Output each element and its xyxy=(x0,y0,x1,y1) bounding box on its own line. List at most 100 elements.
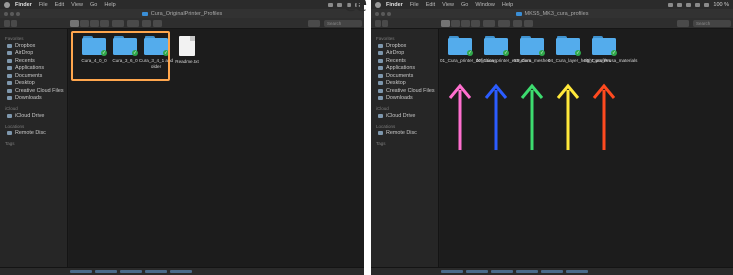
breadcrumb[interactable] xyxy=(120,270,142,273)
folder-item[interactable]: ✓ 05_Cura_Prusa_materials xyxy=(584,36,637,64)
breadcrumb[interactable] xyxy=(70,270,92,273)
window-controls xyxy=(375,11,391,16)
column-view-button[interactable] xyxy=(90,20,99,27)
status-icon[interactable] xyxy=(686,2,692,7)
sidebar-item-airdrop[interactable]: AirDrop xyxy=(0,50,67,58)
breadcrumb[interactable] xyxy=(516,270,538,273)
list-view-button[interactable] xyxy=(80,20,89,27)
sidebar-item-applications[interactable]: Applications xyxy=(0,65,67,73)
sidebar-item-remote-disc[interactable]: Remote Disc xyxy=(0,130,67,138)
breadcrumb[interactable] xyxy=(170,270,192,273)
menu-help[interactable]: Help xyxy=(104,2,115,8)
list-view-button[interactable] xyxy=(451,20,460,27)
folder-item[interactable]: ✓ 02_Cura_printer_extruders xyxy=(476,36,531,64)
folder-item[interactable]: ✓ 04_Cura_layer_height_profiles xyxy=(548,36,611,64)
sidebar-item-desktop[interactable]: Desktop xyxy=(371,80,438,88)
wifi-icon[interactable] xyxy=(695,2,701,7)
sidebar-item-icloud-drive[interactable]: iCloud Drive xyxy=(371,112,438,120)
apple-icon[interactable] xyxy=(4,1,10,8)
minimize-button[interactable] xyxy=(381,11,385,16)
sidebar-item-desktop[interactable]: Desktop xyxy=(0,80,67,88)
file-item[interactable]: Readme.txt xyxy=(167,36,207,65)
file-name: 02_Cura_printer_extruders xyxy=(476,58,531,63)
minimize-button[interactable] xyxy=(10,11,14,16)
sidebar-item-dropbox[interactable]: Dropbox xyxy=(0,42,67,50)
sidebar-item-documents[interactable]: Documents xyxy=(371,72,438,80)
icon-view-button[interactable] xyxy=(441,20,450,27)
sidebar-item-airdrop[interactable]: AirDrop xyxy=(371,50,438,58)
creative-cloud-icon xyxy=(7,88,12,93)
sidebar-item-label: Downloads xyxy=(386,95,413,102)
breadcrumb[interactable] xyxy=(541,270,563,273)
column-view-button[interactable] xyxy=(461,20,470,27)
close-button[interactable] xyxy=(4,11,8,16)
menu-go[interactable]: Go xyxy=(90,2,97,8)
search-input[interactable]: Search xyxy=(324,20,362,27)
breadcrumb[interactable] xyxy=(441,270,463,273)
sidebar-item-recents[interactable]: Recents xyxy=(0,57,67,65)
back-button[interactable] xyxy=(375,20,381,27)
status-icon[interactable] xyxy=(337,2,342,7)
menu-help[interactable]: Help xyxy=(502,2,513,8)
breadcrumb[interactable] xyxy=(95,270,117,273)
text-file-icon xyxy=(179,36,195,56)
tags-button[interactable] xyxy=(153,20,162,27)
sidebar-item-applications[interactable]: Applications xyxy=(371,65,438,73)
menu-edit[interactable]: Edit xyxy=(55,2,64,8)
search-input[interactable]: Search xyxy=(693,20,731,27)
folder-item[interactable]: ✓ 01_Cura_printer_definitions xyxy=(440,36,496,64)
back-button[interactable] xyxy=(4,20,10,27)
group-button[interactable] xyxy=(483,20,495,27)
menu-go[interactable]: Go xyxy=(461,2,468,8)
menu-view[interactable]: View xyxy=(71,2,83,8)
close-button[interactable] xyxy=(375,11,379,16)
menu-app-finder[interactable]: Finder xyxy=(15,2,32,8)
share-button[interactable] xyxy=(513,20,522,27)
dropbox-button[interactable] xyxy=(677,20,689,27)
icon-view-button[interactable] xyxy=(70,20,79,27)
status-icon[interactable] xyxy=(677,2,683,7)
gallery-view-button[interactable] xyxy=(100,20,109,27)
forward-button[interactable] xyxy=(11,20,17,27)
breadcrumb[interactable] xyxy=(466,270,488,273)
menu-bar: Finder File Edit View Go Window Help 100… xyxy=(371,0,733,9)
share-button[interactable] xyxy=(142,20,151,27)
menu-app-finder[interactable]: Finder xyxy=(386,2,403,8)
tags-button[interactable] xyxy=(524,20,533,27)
menu-view[interactable]: View xyxy=(442,2,454,8)
menu-window[interactable]: Window xyxy=(475,2,495,8)
zoom-button[interactable] xyxy=(387,11,391,16)
sidebar-item-dropbox[interactable]: Dropbox xyxy=(371,42,438,50)
folder-item[interactable]: ✓ 03_Cura_meshes xyxy=(512,36,552,64)
gallery-view-button[interactable] xyxy=(471,20,480,27)
menu-file[interactable]: File xyxy=(410,2,419,8)
sidebar-item-downloads[interactable]: Downloads xyxy=(371,95,438,103)
applications-icon xyxy=(7,66,12,71)
sidebar-item-recents[interactable]: Recents xyxy=(371,57,438,65)
sidebar-item-downloads[interactable]: Downloads xyxy=(0,95,67,103)
menu-edit[interactable]: Edit xyxy=(426,2,435,8)
sidebar-item-remote-disc[interactable]: Remote Disc xyxy=(371,130,438,138)
group-button[interactable] xyxy=(112,20,124,27)
sidebar-item-icloud-drive[interactable]: iCloud Drive xyxy=(0,112,67,120)
breadcrumb[interactable] xyxy=(145,270,167,273)
breadcrumb[interactable] xyxy=(566,270,588,273)
status-icon[interactable] xyxy=(668,2,674,7)
breadcrumb[interactable] xyxy=(491,270,513,273)
battery-percent[interactable]: 100 % xyxy=(713,2,729,8)
action-button[interactable] xyxy=(498,20,510,27)
apple-icon[interactable] xyxy=(375,1,381,8)
check-icon: ✓ xyxy=(503,50,509,56)
sidebar-item-label: Dropbox xyxy=(15,42,36,49)
sidebar-item-creative-cloud[interactable]: Creative Cloud Files xyxy=(0,87,67,95)
action-button[interactable] xyxy=(127,20,139,27)
zoom-button[interactable] xyxy=(16,11,20,16)
dropbox-button[interactable] xyxy=(308,20,320,27)
forward-button[interactable] xyxy=(382,20,388,27)
sidebar-item-creative-cloud[interactable]: Creative Cloud Files xyxy=(371,87,438,95)
menu-file[interactable]: File xyxy=(39,2,48,8)
volume-icon[interactable] xyxy=(704,2,710,7)
status-icon[interactable] xyxy=(328,2,333,7)
cloud-icon xyxy=(7,113,12,118)
sidebar-item-documents[interactable]: Documents xyxy=(0,72,67,80)
